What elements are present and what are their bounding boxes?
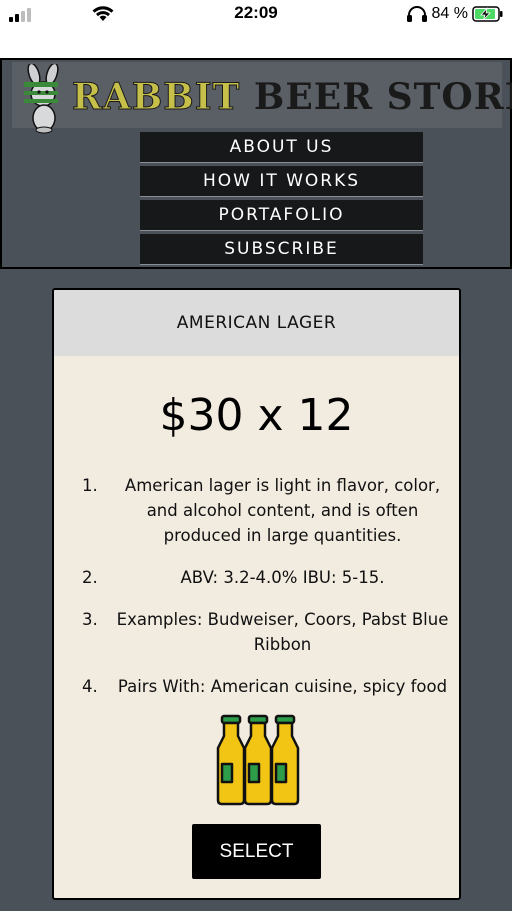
feature-number: 4. — [82, 677, 98, 696]
feature-number: 1. — [82, 476, 98, 495]
brand-beer-store: BEER STORE — [253, 76, 512, 118]
feature-item: 3. Examples: Budweiser, Coors, Pabst Blu… — [82, 607, 451, 657]
battery-charging-icon — [472, 6, 503, 22]
feature-item: 4. Pairs With: American cuisine, spicy f… — [82, 674, 451, 699]
feature-item: 1. American lager is light in flavor, co… — [82, 473, 451, 548]
beer-bottles-icon — [216, 714, 300, 806]
feature-text: Pairs With: American cuisine, spicy food — [117, 677, 448, 696]
feature-item: 2. ABV: 3.2-4.0% IBU: 5-15. — [82, 565, 451, 590]
feature-text: ABV: 3.2-4.0% IBU: 5-15. — [180, 568, 385, 587]
site-header: RABBIT BEER STORE ABOUT US HOW IT WORKS … — [0, 58, 512, 269]
nav-how-it-works[interactable]: HOW IT WORKS — [140, 166, 423, 197]
product-card: AMERICAN LAGER $30 x 12 1. American lage… — [52, 288, 461, 900]
rabbit-logo-icon — [24, 64, 59, 134]
brand-rabbit: RABBIT — [71, 76, 241, 119]
product-title: AMERICAN LAGER — [54, 290, 459, 356]
feature-text: American lager is light in flavor, color… — [124, 476, 441, 545]
feature-text: Examples: Budweiser, Coors, Pabst Blue R… — [116, 610, 449, 654]
battery-percent: 84 % — [431, 5, 468, 22]
status-bar: 22:09 84 % — [0, 0, 512, 58]
select-button[interactable]: SELECT — [192, 824, 321, 879]
feature-list: 1. American lager is light in flavor, co… — [54, 473, 459, 699]
main-nav: ABOUT US HOW IT WORKS PORTAFOLIO SUBSCRI… — [140, 132, 423, 268]
brand-title[interactable]: RABBIT BEER STORE — [71, 76, 512, 119]
logo-bar: RABBIT BEER STORE — [12, 62, 512, 134]
feature-number: 2. — [82, 568, 98, 587]
product-price: $30 x 12 — [159, 390, 354, 441]
headphones-icon — [406, 6, 427, 22]
nav-about-us[interactable]: ABOUT US — [140, 132, 423, 163]
feature-number: 3. — [82, 610, 98, 629]
nav-subscribe[interactable]: SUBSCRIBE — [140, 234, 423, 265]
status-right: 84 % — [406, 4, 504, 24]
nav-portafolio[interactable]: PORTAFOLIO — [140, 200, 423, 231]
